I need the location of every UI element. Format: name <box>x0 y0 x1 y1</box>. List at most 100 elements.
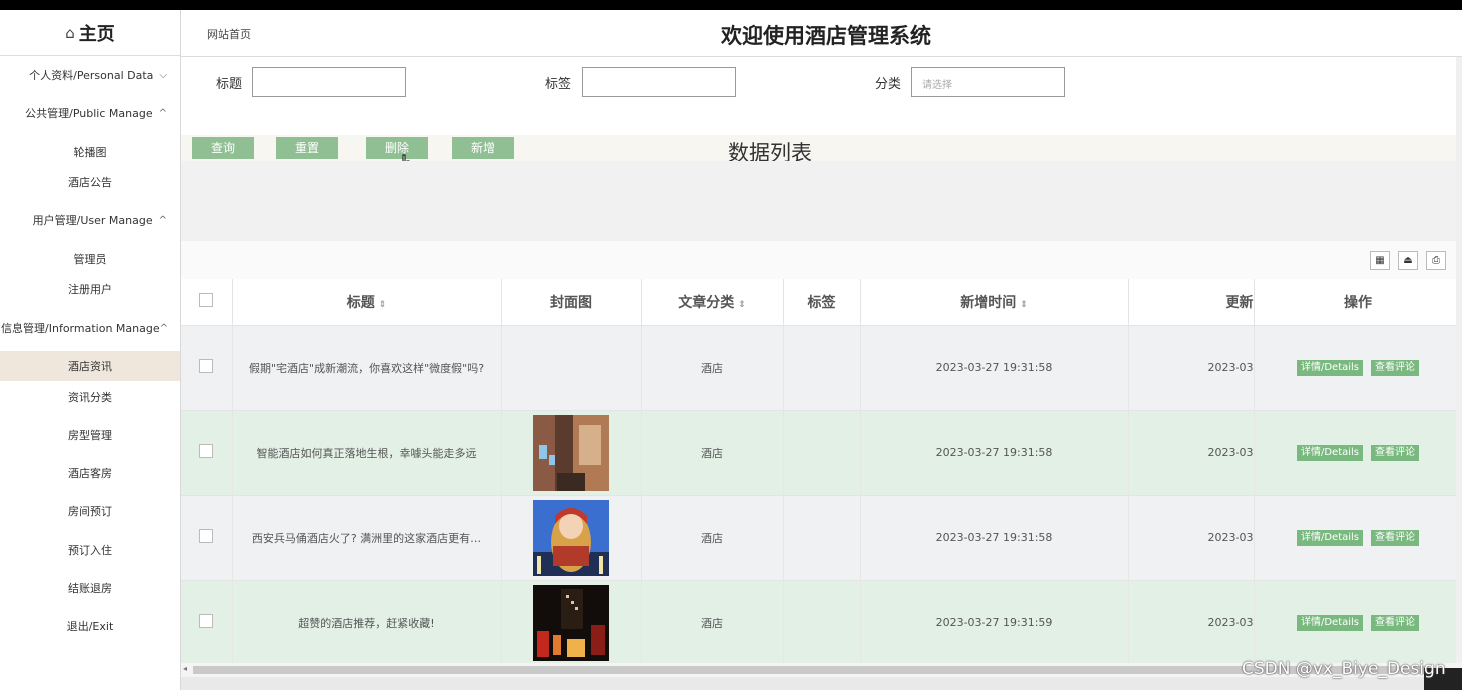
cover-cell <box>501 580 642 666</box>
updated-cell: 2023-03 <box>1128 495 1255 581</box>
sidebar-item-exit[interactable]: 退出/Exit <box>0 615 180 637</box>
add-button[interactable]: 新增 <box>452 137 514 159</box>
sidebar-item-checkout[interactable]: 结账退房 <box>0 577 180 599</box>
sidebar-item-label: 房型管理 <box>68 429 112 442</box>
category-cell: 酒店 <box>641 410 784 496</box>
sidebar-group-personal[interactable]: 个人资料/Personal Data ⌵ <box>0 64 180 86</box>
print-icon[interactable]: ⎙ <box>1426 251 1446 270</box>
details-button[interactable]: 详情/Details <box>1296 444 1364 461</box>
row-checkbox[interactable] <box>199 529 214 543</box>
updated-cell: 2023-03 <box>1128 580 1255 666</box>
sidebar-home[interactable]: ⌂ 主页 <box>0 10 180 56</box>
sidebar-item-label: 轮播图 <box>73 146 107 159</box>
breadcrumb-home-link[interactable]: 网站首页 <box>207 26 251 42</box>
chevron-down-icon: ⌵ <box>159 69 167 81</box>
sidebar-item-label: 酒店客房 <box>68 467 112 480</box>
details-button[interactable]: 详情/Details <box>1296 359 1364 376</box>
title-cell: 西安兵马俑酒店火了? 满洲里的这家酒店更有… <box>232 495 502 581</box>
sidebar-item-hotel-news[interactable]: 酒店资讯 <box>0 351 180 381</box>
delete-button[interactable]: 删除 <box>366 137 428 159</box>
operations-cell: 详情/Details 查看评论 <box>1254 325 1462 411</box>
header: 网站首页 欢迎使用酒店管理系统 <box>181 10 1462 57</box>
table-row: 西安兵马俑酒店火了? 满洲里的这家酒店更有… 酒店 2023-03-27 19:… <box>181 495 1462 581</box>
view-comments-button[interactable]: 查看评论 <box>1371 444 1420 461</box>
category-select[interactable]: 请选择 <box>911 67 1065 97</box>
sidebar-item-room-types[interactable]: 房型管理 <box>0 424 180 446</box>
row-checkbox-cell <box>181 325 233 411</box>
chart-area-placeholder <box>181 161 1462 241</box>
table-toolbar <box>181 241 1462 279</box>
hotel-corridor-image <box>533 414 609 491</box>
select-all-header <box>181 279 233 326</box>
sidebar-home-label: 主页 <box>78 23 115 45</box>
sidebar-group-information[interactable]: 信息管理/Information Manage ^ <box>0 317 180 339</box>
vertical-scrollbar[interactable] <box>1456 57 1462 663</box>
created-cell: 2023-03-27 19:31:58 <box>860 495 1129 581</box>
updated-cell: 2023-03 <box>1128 325 1255 411</box>
sidebar-item-room-booking[interactable]: 房间预订 <box>0 500 180 522</box>
sidebar-item-hotel-notice[interactable]: 酒店公告 <box>0 171 180 193</box>
title-filter-input[interactable] <box>252 67 406 97</box>
sort-icon[interactable]: ⇕ <box>1020 300 1028 310</box>
column-header-title[interactable]: 标题 ⇕ <box>232 279 502 326</box>
row-checkbox-cell <box>181 495 233 581</box>
query-button[interactable]: 查询 <box>192 137 254 159</box>
reset-button[interactable]: 重置 <box>276 137 338 159</box>
sidebar-item-label: 结账退房 <box>68 582 112 595</box>
export-icon[interactable]: ⏏ <box>1398 251 1418 270</box>
cover-cell <box>501 325 642 411</box>
column-header-cover: 封面图 <box>501 279 642 326</box>
created-cell: 2023-03-27 19:31:58 <box>860 325 1129 411</box>
view-comments-button[interactable]: 查看评论 <box>1371 614 1420 631</box>
table-row: 智能酒店如何真正落地生根，幸噱头能走多远 酒店 2023-03-27 19:31… <box>181 410 1462 496</box>
created-cell: 2023-03-27 19:31:58 <box>860 410 1129 496</box>
columns-icon[interactable]: ▦ <box>1370 251 1390 270</box>
sidebar-group-public[interactable]: 公共管理/Public Manage ^ <box>0 102 180 124</box>
row-checkbox-cell <box>181 410 233 496</box>
select-all-checkbox[interactable] <box>199 292 214 307</box>
sidebar-item-hotel-rooms[interactable]: 酒店客房 <box>0 462 180 484</box>
sort-icon[interactable]: ⇕ <box>738 300 746 310</box>
category-cell: 酒店 <box>641 580 784 666</box>
sidebar-item-admin[interactable]: 管理员 <box>0 248 180 270</box>
sidebar-item-label: 房间预订 <box>68 505 112 518</box>
window-top-bar <box>0 0 1462 10</box>
details-button[interactable]: 详情/Details <box>1296 529 1364 546</box>
sidebar-item-label: 注册用户 <box>68 283 112 296</box>
operations-cell: 详情/Details 查看评论 <box>1254 410 1462 496</box>
details-button[interactable]: 详情/Details <box>1296 614 1364 631</box>
tag-cell <box>783 580 861 666</box>
view-comments-button[interactable]: 查看评论 <box>1371 359 1420 376</box>
home-icon: ⌂ <box>65 23 75 42</box>
sidebar-group-user[interactable]: 用户管理/User Manage ^ <box>0 209 180 231</box>
row-checkbox[interactable] <box>199 614 214 628</box>
column-header-updated[interactable]: 更新 <box>1128 279 1255 326</box>
category-cell: 酒店 <box>641 495 784 581</box>
column-header-created[interactable]: 新增时间 ⇕ <box>860 279 1129 326</box>
sidebar-group-label: 用户管理/User Manage <box>32 214 153 227</box>
title-cell: 智能酒店如何真正落地生根，幸噱头能走多远 <box>232 410 502 496</box>
row-checkbox-cell <box>181 580 233 666</box>
row-checkbox[interactable] <box>199 444 214 458</box>
operations-cell: 详情/Details 查看评论 <box>1254 495 1462 581</box>
sidebar-item-carousel[interactable]: 轮播图 <box>0 141 180 163</box>
scroll-left-icon[interactable]: ◂ <box>183 664 187 673</box>
sidebar-item-check-in[interactable]: 预订入住 <box>0 539 180 561</box>
row-checkbox[interactable] <box>199 359 214 373</box>
sort-icon[interactable]: ⇕ <box>379 300 387 310</box>
title-cell: 超赞的酒店推荐，赶紧收藏! <box>232 580 502 666</box>
sidebar-item-label: 管理员 <box>73 253 107 266</box>
category-filter-label: 分类 <box>875 77 902 92</box>
tag-cell <box>783 410 861 496</box>
sidebar-item-label: 酒店公告 <box>68 176 112 189</box>
column-header-category[interactable]: 文章分类 ⇕ <box>641 279 784 326</box>
chevron-up-icon: ^ <box>158 107 167 119</box>
created-cell: 2023-03-27 19:31:59 <box>860 580 1129 666</box>
tag-filter-input[interactable] <box>582 67 736 97</box>
sidebar-item-registered-users[interactable]: 注册用户 <box>0 278 180 300</box>
tag-cell <box>783 325 861 411</box>
sidebar-group-label: 个人资料/Personal Data <box>29 69 154 82</box>
sidebar-item-label: 退出/Exit <box>66 620 114 633</box>
view-comments-button[interactable]: 查看评论 <box>1371 529 1420 546</box>
sidebar-item-news-category[interactable]: 资讯分类 <box>0 386 180 408</box>
